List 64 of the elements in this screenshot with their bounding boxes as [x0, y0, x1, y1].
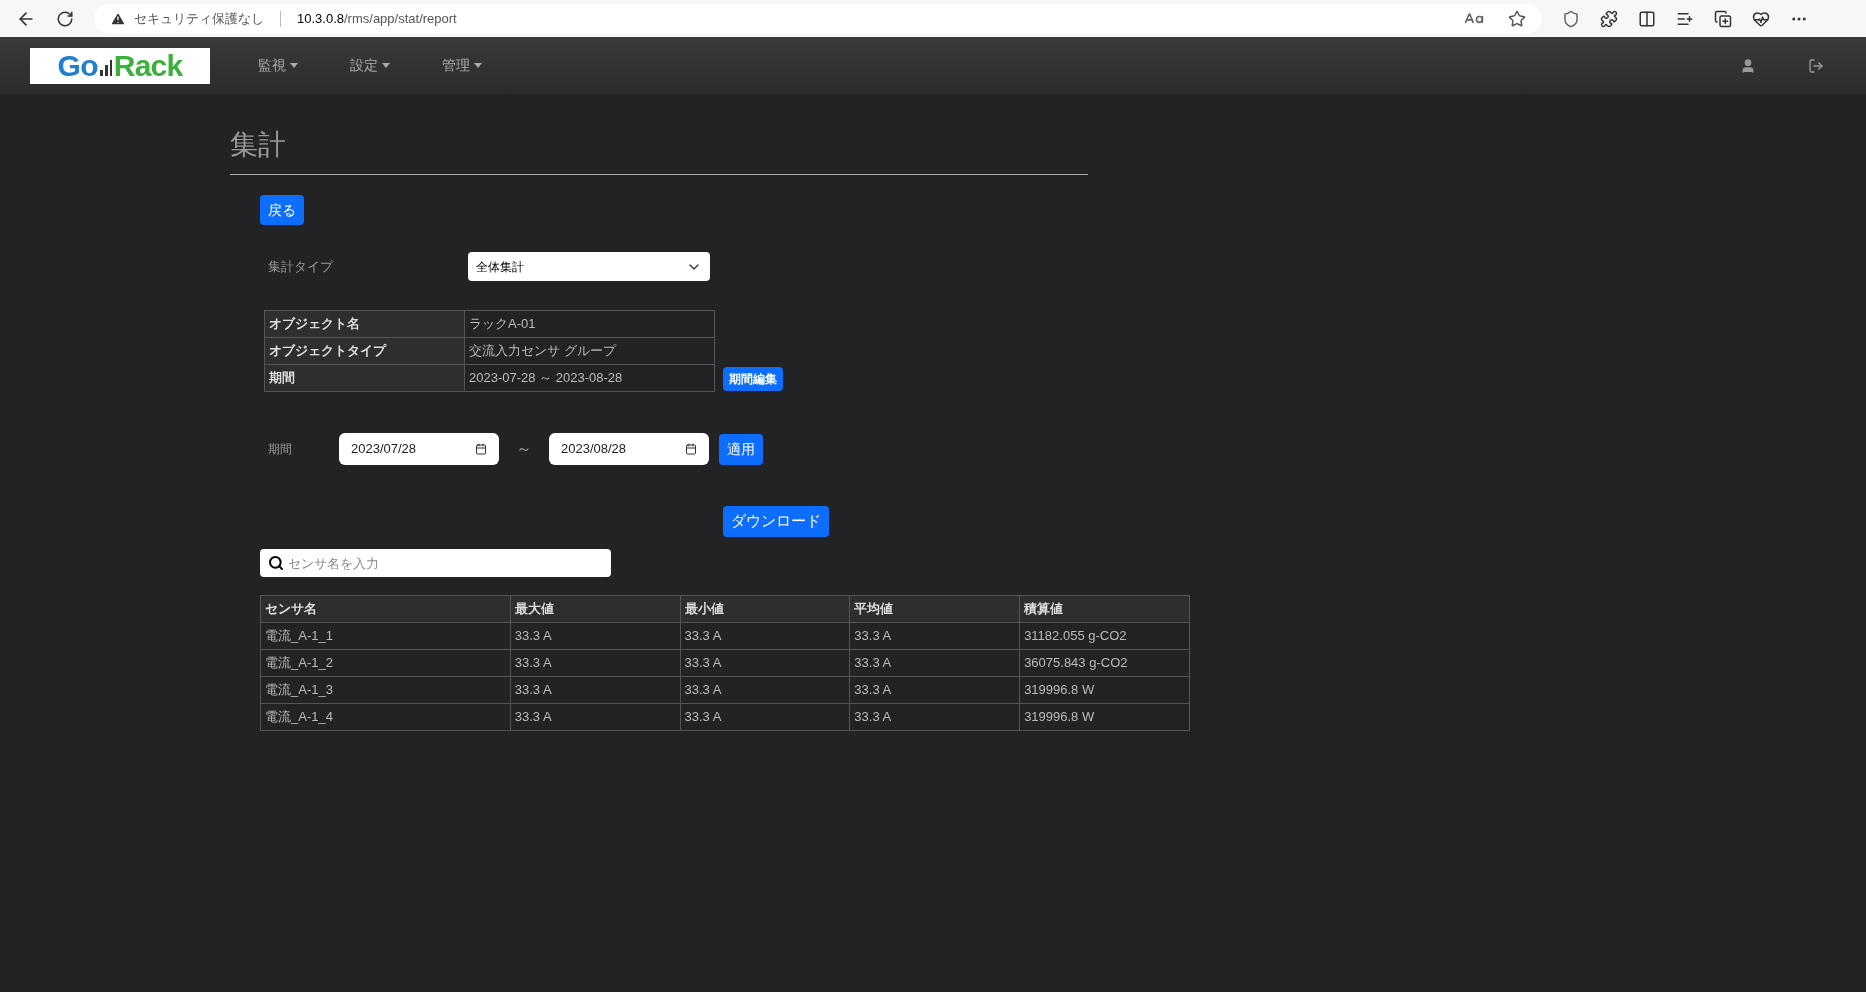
table-cell: 31182.055 g-CO2: [1019, 622, 1190, 650]
info-value: 2023-07-28 ～ 2023-08-28: [464, 364, 715, 392]
info-value: ラックA-01: [464, 310, 715, 338]
table-cell: 33.3 A: [849, 622, 1020, 650]
date-input[interactable]: 2023/08/28: [549, 433, 709, 465]
back-button[interactable]: 戻る: [260, 195, 304, 225]
range-separator: ～: [515, 439, 533, 459]
table-cell: 33.3 A: [680, 676, 850, 704]
nav-menu[interactable]: 監視: [258, 55, 298, 76]
security-label: セキュリティ保護なし: [134, 9, 264, 28]
table-cell: 33.3 A: [510, 622, 680, 650]
calendar-icon[interactable]: [475, 443, 487, 455]
page-title: 集計: [230, 124, 1088, 175]
info-label: 期間: [264, 364, 465, 392]
calendar-icon[interactable]: [685, 443, 697, 455]
heart-pulse-icon[interactable]: [1752, 9, 1770, 28]
user-icon[interactable]: [1740, 57, 1756, 74]
address-bar[interactable]: セキュリティ保護なし 10.3.0.8/rms/app/stat/report: [94, 4, 1542, 33]
table-cell: 電流_A-1_3: [260, 676, 511, 704]
column-header: 最大値: [510, 595, 680, 623]
table-cell: 33.3 A: [680, 703, 850, 731]
table-cell: 33.3 A: [849, 649, 1020, 677]
table-cell: 33.3 A: [510, 649, 680, 677]
info-value: 交流入力センサ グループ: [464, 337, 715, 365]
table-cell: 33.3 A: [849, 703, 1020, 731]
column-header: センサ名: [260, 595, 511, 623]
column-header: 積算値: [1019, 595, 1190, 623]
info-label: オブジェクト名: [264, 310, 465, 338]
star-icon[interactable]: [1508, 9, 1526, 28]
warning-icon: [110, 10, 126, 27]
url-text: 10.3.0.8/rms/app/stat/report: [297, 9, 457, 28]
search-field[interactable]: センサ名を入力: [260, 549, 611, 577]
table-cell: 319996.8 W: [1019, 676, 1190, 704]
table-cell: 319996.8 W: [1019, 703, 1190, 731]
bar-chart-icon: [99, 59, 112, 76]
table-cell: 33.3 A: [510, 703, 680, 731]
field-label: 期間: [267, 441, 293, 458]
split-screen-icon[interactable]: [1638, 9, 1656, 28]
logo[interactable]: Go Rack: [30, 47, 210, 84]
field-label: 集計タイプ: [267, 257, 335, 276]
nav-menu[interactable]: 設定: [350, 55, 390, 76]
info-label: オブジェクトタイプ: [264, 337, 465, 365]
column-header: 平均値: [849, 595, 1020, 623]
aggregation-type-select[interactable]: 全体集計: [468, 252, 710, 281]
column-header: 最小値: [680, 595, 850, 623]
table-cell: 33.3 A: [510, 676, 680, 704]
table-cell: 電流_A-1_2: [260, 649, 511, 677]
edit-period-button[interactable]: 期間編集: [723, 367, 783, 391]
table-cell: 33.3 A: [680, 622, 850, 650]
shield-icon[interactable]: [1562, 9, 1580, 28]
download-button[interactable]: ダウンロード: [723, 506, 829, 537]
table-cell: 電流_A-1_1: [260, 622, 511, 650]
nav-menu[interactable]: 管理: [442, 55, 482, 76]
table-cell: 電流_A-1_4: [260, 703, 511, 731]
collections-icon[interactable]: [1714, 9, 1732, 28]
logout-icon[interactable]: [1808, 57, 1824, 74]
table-cell: 33.3 A: [849, 676, 1020, 704]
search-icon: [268, 555, 284, 571]
apply-button[interactable]: 適用: [719, 433, 763, 465]
reload-icon[interactable]: [56, 9, 74, 28]
extensions-icon[interactable]: [1600, 9, 1618, 28]
table-cell: 33.3 A: [680, 649, 850, 677]
date-input[interactable]: 2023/07/28: [339, 433, 499, 465]
table-cell: 36075.843 g-CO2: [1019, 649, 1190, 677]
